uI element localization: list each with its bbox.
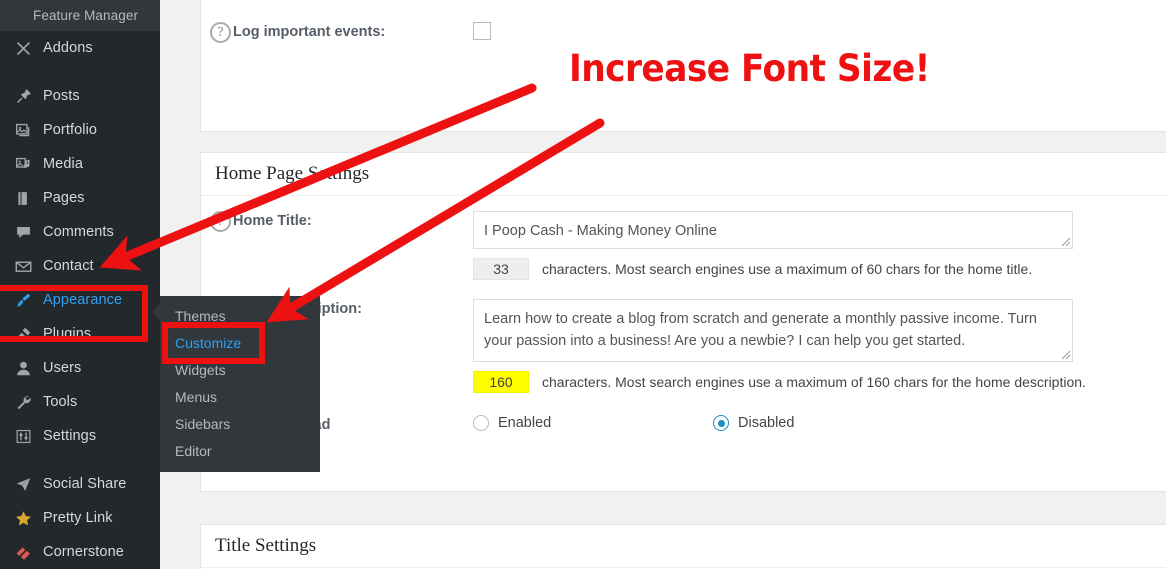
star-icon (11, 510, 35, 527)
pages-icon (11, 190, 35, 207)
help-icon[interactable]: ? (210, 211, 231, 232)
sidebar-item-users[interactable]: Users (0, 351, 160, 385)
panel-home-page-settings: Home Page Settings ? Home Title: 33 (200, 152, 1166, 492)
sliders-icon (11, 428, 35, 445)
sidebar-item-label: Pages (43, 190, 85, 206)
sidebar-item-label: Social Share (43, 476, 127, 492)
sidebar-item-label: Users (43, 360, 82, 376)
sidebar-item-pretty-link[interactable]: Pretty Link (0, 501, 160, 535)
submenu-item-sidebars[interactable]: Sidebars (160, 410, 320, 437)
user-icon (11, 360, 35, 377)
home-description-input[interactable] (473, 299, 1073, 362)
home-description-char-count: 160 (473, 371, 529, 393)
radio-label-enabled: Enabled (498, 415, 552, 431)
row-log-important-events: ? Log important events: (201, 22, 1166, 45)
cornerstone-icon (11, 544, 35, 561)
sidebar-item-portfolio[interactable]: Portfolio (0, 113, 160, 147)
envelope-icon (11, 258, 35, 275)
log-events-field (473, 22, 1166, 45)
comments-icon (11, 224, 35, 241)
sidebar-item-label: Addons (43, 40, 93, 56)
radio-option-enabled[interactable]: Enabled (473, 415, 713, 431)
radio-dot-enabled[interactable] (473, 415, 489, 431)
customize-highlight-box (162, 322, 265, 364)
sidebar-item-social-share[interactable]: Social Share (0, 467, 160, 501)
sidebar-item-label: Contact (43, 258, 94, 274)
sidebar-item-cornerstone[interactable]: Cornerstone (0, 535, 160, 569)
sidebar-submenu-header[interactable]: Feature Manager (0, 0, 160, 31)
log-events-label: Log important events: (233, 24, 386, 40)
portfolio-icon (11, 122, 35, 139)
radio-dot-disabled[interactable] (713, 415, 729, 431)
row-use-page-instead: Page Instead Enabled Disabled (201, 393, 1166, 433)
wrench-icon (11, 394, 35, 411)
sidebar-item-pages[interactable]: Pages (0, 181, 160, 215)
sidebar-item-label: Portfolio (43, 122, 98, 138)
paper-plane-icon (11, 476, 35, 493)
home-description-field: 160 characters. Most search engines use … (473, 299, 1166, 393)
sidebar-item-label: Settings (43, 428, 97, 444)
home-title-counter-line: 33 characters. Most search engines use a… (473, 258, 1166, 280)
row-home-description: ? Home Description: 160 characters. Most… (201, 280, 1166, 393)
home-title-label: Home Title: (233, 213, 312, 229)
media-icon (11, 156, 35, 173)
home-title-char-count: 33 (473, 258, 529, 280)
sidebar-item-addons[interactable]: Addons (0, 31, 160, 65)
pin-icon (11, 88, 35, 105)
sidebar-divider (0, 453, 160, 467)
help-icon[interactable]: ? (210, 22, 231, 43)
resize-grip-icon[interactable] (1061, 350, 1071, 360)
title-settings-title: Title Settings (201, 525, 1166, 568)
sidebar-item-contact[interactable]: Contact (0, 249, 160, 283)
submenu-item-menus[interactable]: Menus (160, 383, 320, 410)
sidebar-item-settings[interactable]: Settings (0, 419, 160, 453)
sidebar-item-label: Tools (43, 394, 78, 410)
home-title-label-wrap: ? Home Title: (201, 211, 473, 232)
home-title-input[interactable] (473, 211, 1073, 249)
sidebar-item-label: Posts (43, 88, 80, 104)
row-home-title: ? Home Title: 33 characters. Most search… (201, 196, 1166, 280)
log-events-label-wrap: ? Log important events: (201, 22, 473, 43)
annotation-headline: Increase Font Size! (569, 47, 930, 90)
radio-option-disabled[interactable]: Disabled (713, 415, 794, 431)
home-title-char-note: characters. Most search engines use a ma… (542, 261, 1033, 277)
sidebar-item-posts[interactable]: Posts (0, 79, 160, 113)
screen: Feature Manager Addons Posts Portfolio M… (0, 0, 1166, 569)
sidebar-item-label: Media (43, 156, 83, 172)
x-icon (11, 40, 35, 57)
appearance-highlight-box (0, 285, 148, 342)
sidebar-item-tools[interactable]: Tools (0, 385, 160, 419)
sidebar-item-label: Pretty Link (43, 510, 113, 526)
resize-grip-icon[interactable] (1061, 237, 1071, 247)
sidebar-divider (0, 65, 160, 79)
flyout-pointer (152, 303, 161, 321)
radio-label-disabled: Disabled (738, 415, 795, 431)
sidebar-item-label: Cornerstone (43, 544, 124, 560)
home-title-field: 33 characters. Most search engines use a… (473, 211, 1166, 280)
home-description-char-note: characters. Most search engines use a ma… (542, 374, 1086, 390)
use-page-instead-radios: Enabled Disabled (473, 415, 1166, 431)
sidebar-item-comments[interactable]: Comments (0, 215, 160, 249)
log-events-checkbox[interactable] (473, 22, 491, 40)
panel-title-settings: Title Settings (200, 524, 1166, 569)
home-description-counter-line: 160 characters. Most search engines use … (473, 371, 1166, 393)
home-page-settings-title: Home Page Settings (201, 153, 1166, 196)
sidebar-item-media[interactable]: Media (0, 147, 160, 181)
sidebar-item-label: Comments (43, 224, 114, 240)
submenu-item-editor[interactable]: Editor (160, 437, 320, 464)
